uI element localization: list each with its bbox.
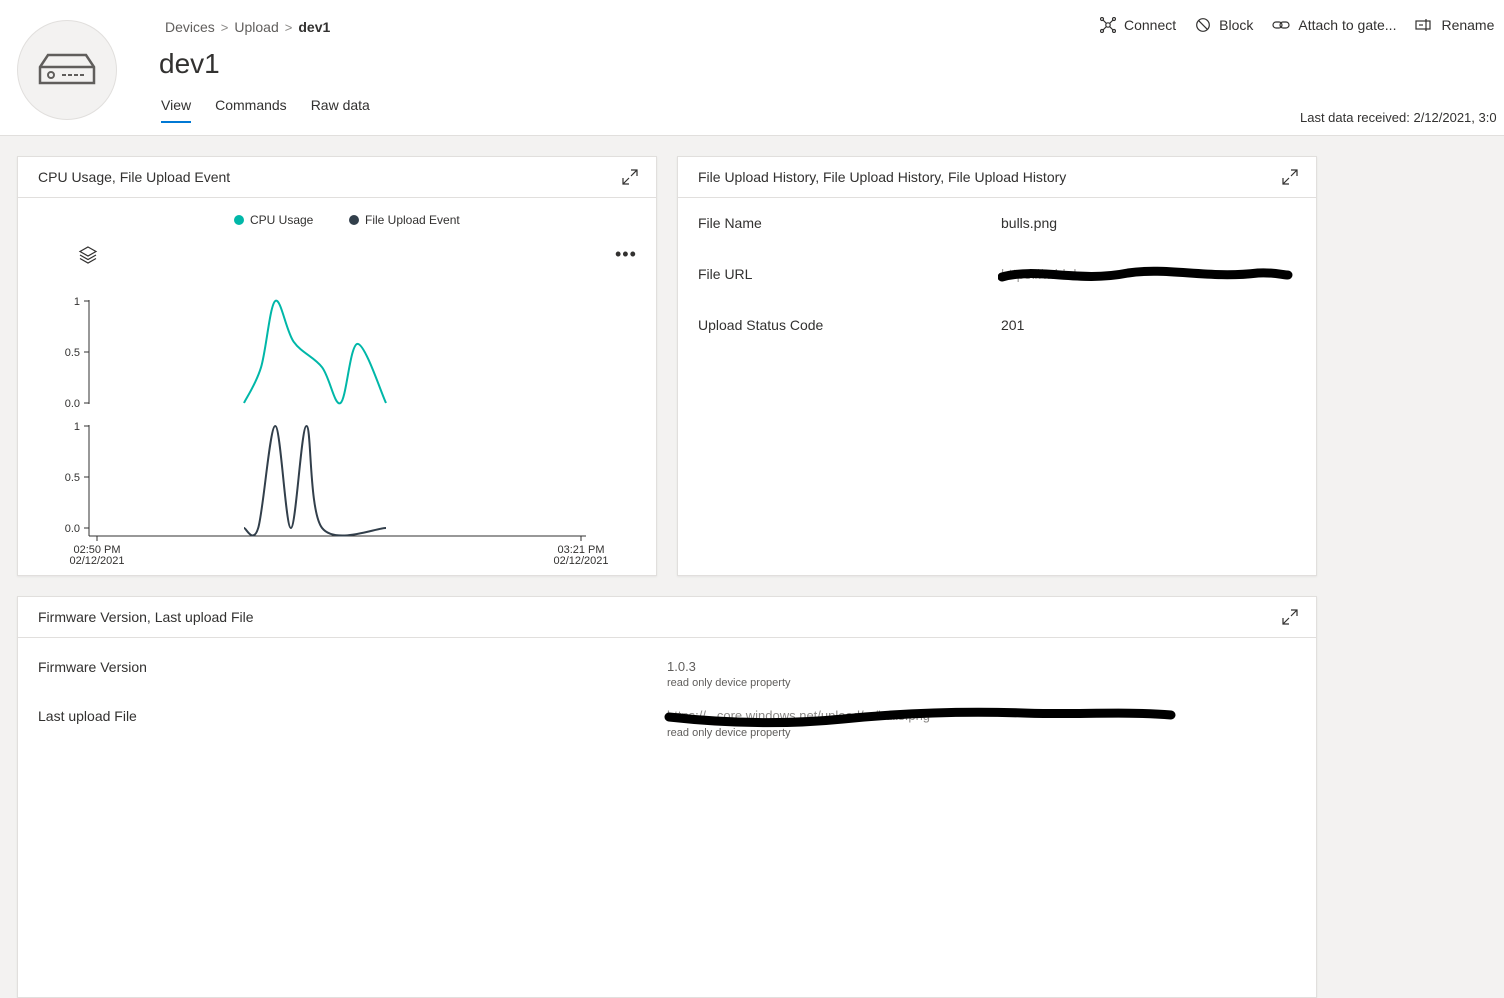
firmware-card-header: Firmware Version, Last upload File [18, 597, 1316, 638]
x-tick-label-start: 02:50 PM [73, 544, 120, 556]
x-tick-date-end: 02/12/2021 [553, 555, 608, 567]
chevron-right-icon: > [220, 20, 229, 35]
upload-status-code-value: 201 [1001, 317, 1025, 333]
breadcrumb: Devices > Upload > dev1 [165, 19, 330, 35]
file-upload-history-header: File Upload History, File Upload History… [678, 157, 1316, 198]
breadcrumb-upload[interactable]: Upload [234, 19, 278, 35]
chart-card-title: CPU Usage, File Upload Event [38, 169, 231, 185]
line-chart: 1 0.5 0.0 1 0.5 0.0 02:50 PM 02/12/2021 … [65, 296, 609, 567]
x-tick-date-start: 02/12/2021 [69, 555, 124, 567]
expand-icon[interactable] [1282, 609, 1298, 625]
legend-item-cpu-usage[interactable]: CPU Usage [234, 213, 313, 227]
last-data-received: Last data received: 2/12/2021, 3:0 [1300, 110, 1497, 125]
firmware-version-value: 1.0.3 [667, 659, 696, 674]
breadcrumb-current: dev1 [298, 19, 331, 35]
tab-commands[interactable]: Commands [215, 97, 287, 123]
layers-icon[interactable] [78, 245, 98, 265]
last-upload-file-label: Last upload File [38, 708, 137, 724]
chart-card-header: CPU Usage, File Upload Event [18, 157, 656, 198]
connect-icon [1100, 17, 1116, 33]
more-options-icon[interactable]: ••• [615, 245, 637, 263]
rename-label: Rename [1441, 17, 1495, 33]
chevron-right-icon: > [284, 20, 293, 35]
device-header: Devices > Upload > dev1 dev1 View Commands R… [0, 0, 1504, 136]
y-tick-label: 0.0 [65, 398, 80, 410]
upload-status-code-label: Upload Status Code [698, 317, 824, 333]
file-name-value: bulls.png [1001, 215, 1058, 231]
series-layer [243, 299, 387, 537]
x-tick-label-end: 03:21 PM [557, 544, 604, 556]
block-button[interactable]: Block [1195, 17, 1253, 33]
attach-label: Attach to gate... [1298, 17, 1397, 33]
file-upload-history-title: File Upload History, File Upload History… [698, 169, 1067, 185]
rename-icon [1415, 19, 1432, 31]
legend-label-upload: File Upload Event [365, 213, 460, 227]
rename-button[interactable]: Rename [1415, 17, 1494, 33]
breadcrumb-devices[interactable]: Devices [165, 19, 215, 35]
series-line-file-upload-event [243, 424, 387, 537]
y-tick-label: 0.0 [65, 523, 80, 535]
command-toolbar: Connect Block Attach to gate... Rename [1100, 17, 1504, 33]
device-icon [38, 53, 96, 85]
block-icon [1196, 18, 1211, 32]
expand-icon[interactable] [1282, 169, 1298, 185]
firmware-version-note: read only device property [667, 677, 791, 689]
tab-view[interactable]: View [161, 97, 192, 123]
legend-item-file-upload-event[interactable]: File Upload Event [349, 213, 460, 227]
file-url-label: File URL [698, 266, 753, 282]
last-upload-file-note: read only device property [667, 727, 791, 739]
y-tick-label: 1 [74, 421, 80, 433]
y-tick-label: 0.5 [65, 472, 80, 484]
attach-to-gateway-button[interactable]: Attach to gate... [1272, 17, 1396, 33]
redaction-mark [998, 266, 1293, 282]
page-title: dev1 [159, 48, 220, 79]
y-tick-label: 0.5 [65, 347, 80, 359]
expand-icon[interactable] [622, 169, 638, 185]
tab-raw-data[interactable]: Raw data [311, 97, 370, 123]
file-name-label: File Name [698, 215, 762, 231]
chart-card: CPU Usage, File Upload Event CPU Usage F… [17, 156, 657, 576]
link-icon [1272, 21, 1290, 29]
y-tick-label: 1 [74, 296, 80, 308]
series-line-cpu-usage [243, 299, 387, 405]
connect-label: Connect [1124, 17, 1177, 33]
firmware-card: Firmware Version, Last upload File Firmw… [17, 596, 1317, 998]
firmware-version-label: Firmware Version [38, 659, 147, 675]
firmware-card-title: Firmware Version, Last upload File [38, 609, 254, 625]
file-upload-history-card: File Upload History, File Upload History… [677, 156, 1317, 576]
legend-swatch-upload [349, 215, 359, 225]
block-label: Block [1219, 17, 1254, 33]
connect-button[interactable]: Connect [1100, 17, 1176, 33]
legend-swatch-cpu [234, 215, 244, 225]
legend-label-cpu: CPU Usage [250, 213, 314, 227]
tab-bar: View Commands Raw data [161, 97, 370, 123]
device-avatar [17, 20, 117, 120]
